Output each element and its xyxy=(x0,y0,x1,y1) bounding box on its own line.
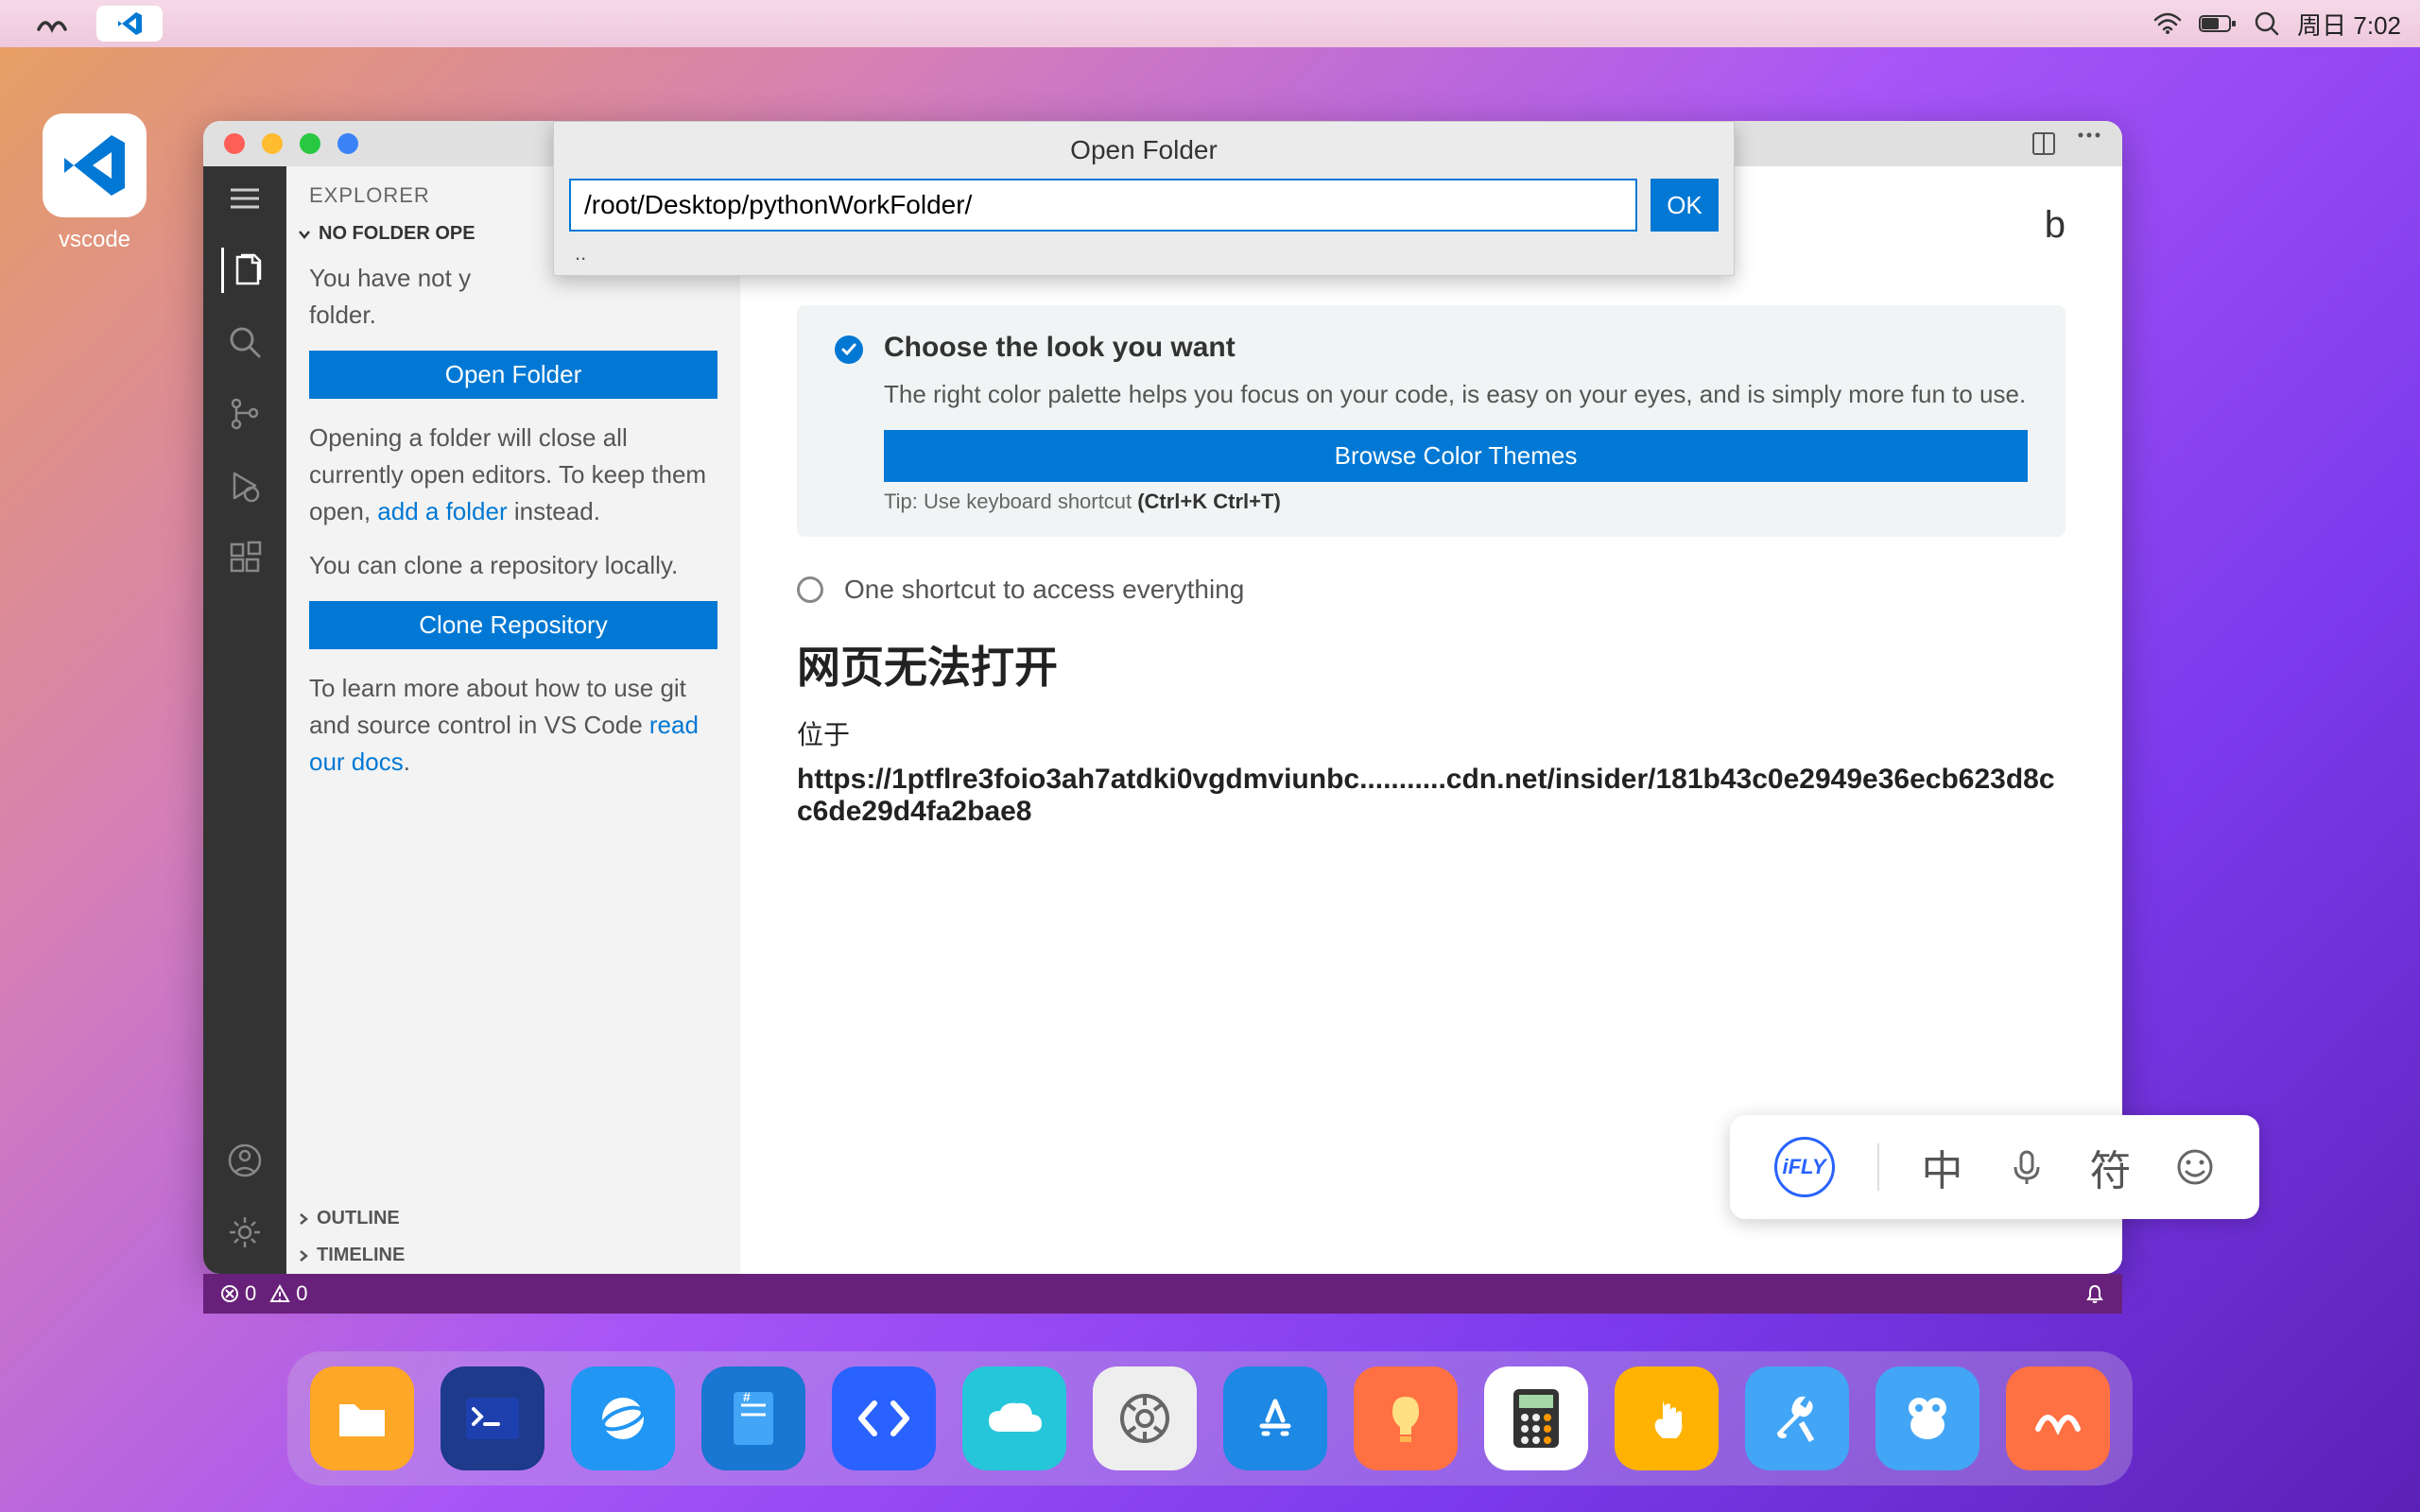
error-url: https://1ptflre3foio3ah7atdki0vgdmviunbc… xyxy=(797,764,2066,828)
dock-app-icon[interactable] xyxy=(2006,1366,2110,1470)
ime-emoji-icon[interactable] xyxy=(2174,1146,2216,1188)
extensions-icon[interactable] xyxy=(222,535,268,580)
dock-terminal-icon[interactable] xyxy=(441,1366,544,1470)
debug-icon[interactable] xyxy=(222,463,268,508)
timeline-section[interactable]: TIMELINE xyxy=(286,1237,740,1274)
desktop-shortcut-label: vscode xyxy=(38,227,151,253)
wifi-icon[interactable] xyxy=(2153,12,2182,35)
settings-gear-icon[interactable] xyxy=(222,1210,268,1255)
open-folder-button[interactable]: Open Folder xyxy=(309,351,717,399)
window-extra-button[interactable] xyxy=(337,133,358,154)
dock-code-icon[interactable] xyxy=(832,1366,936,1470)
dock-appstore-icon[interactable] xyxy=(1223,1366,1327,1470)
sidebar-explorer: EXPLORER NO FOLDER OPE You have not yfol… xyxy=(286,166,740,1274)
battery-icon[interactable] xyxy=(2199,14,2237,33)
dock-tools-icon[interactable] xyxy=(1745,1366,1849,1470)
look-title: Choose the look you want xyxy=(884,332,1236,364)
dock-files-icon[interactable] xyxy=(310,1366,414,1470)
dock-notes-icon[interactable]: # xyxy=(701,1366,805,1470)
explorer-icon[interactable] xyxy=(221,248,267,293)
dock: # xyxy=(287,1351,2133,1486)
ime-toolbar[interactable]: iFLY 中 符 xyxy=(1730,1115,2259,1219)
get-started-shortcut-item[interactable]: One shortcut to access everything xyxy=(797,575,2066,605)
clone-repository-button[interactable]: Clone Repository xyxy=(309,601,717,649)
dock-bulb-icon[interactable] xyxy=(1354,1366,1458,1470)
open-folder-dialog: Open Folder OK .. xyxy=(553,121,1735,276)
window-close-button[interactable] xyxy=(224,133,245,154)
look-tip: Tip: Use keyboard shortcut (Ctrl+K Ctrl+… xyxy=(884,490,2028,514)
vscode-icon xyxy=(43,113,147,217)
open-folder-parent-dir[interactable]: .. xyxy=(554,232,1734,266)
open-folder-info: Opening a folder will close all currentl… xyxy=(309,420,717,530)
open-folder-ok-button[interactable]: OK xyxy=(1651,179,1719,232)
ime-cn-button[interactable]: 中 xyxy=(1922,1137,1963,1197)
account-icon[interactable] xyxy=(222,1138,268,1183)
get-started-card-look: Choose the look you want The right color… xyxy=(797,305,2066,537)
ime-fu-button[interactable]: 符 xyxy=(2090,1137,2132,1197)
dock-settings-icon[interactable] xyxy=(1093,1366,1197,1470)
error-title: 网页无法打开 xyxy=(797,633,2066,696)
dock-mouse-icon[interactable] xyxy=(1876,1366,1979,1470)
source-control-icon[interactable] xyxy=(222,391,268,437)
menu-icon[interactable] xyxy=(222,176,268,221)
menubar-datetime[interactable]: 周日 7:02 xyxy=(2297,7,2401,42)
svg-text:#: # xyxy=(743,1389,751,1404)
vscode-window: EXPLORER NO FOLDER OPE You have not yfol… xyxy=(203,121,2122,1274)
add-folder-link[interactable]: add a folder xyxy=(377,497,507,525)
menubar-app-1[interactable] xyxy=(19,6,85,42)
open-folder-path-input[interactable] xyxy=(569,179,1637,232)
status-errors[interactable]: 0 xyxy=(220,1281,256,1306)
radio-empty-icon xyxy=(797,576,823,603)
search-icon[interactable] xyxy=(2254,10,2280,37)
ime-mic-icon[interactable] xyxy=(2006,1146,2048,1188)
system-menubar: 周日 7:02 xyxy=(0,0,2420,47)
browse-color-themes-button[interactable]: Browse Color Themes xyxy=(884,430,2028,482)
ime-logo-icon[interactable]: iFLY xyxy=(1774,1137,1835,1197)
search-activity-icon[interactable] xyxy=(222,319,268,365)
dock-calculator-icon[interactable] xyxy=(1484,1366,1588,1470)
ime-divider xyxy=(1877,1143,1879,1191)
layout-icon[interactable] xyxy=(2031,131,2056,156)
status-bar: 0 0 xyxy=(203,1274,2122,1314)
window-maximize-button[interactable] xyxy=(300,133,320,154)
error-prefix: 位于 xyxy=(797,714,2066,752)
dock-cloud-icon[interactable] xyxy=(962,1366,1066,1470)
open-folder-dialog-title: Open Folder xyxy=(554,122,1734,179)
more-icon[interactable] xyxy=(2077,131,2101,156)
dock-touch-icon[interactable] xyxy=(1615,1366,1719,1470)
dock-browser-icon[interactable] xyxy=(571,1366,675,1470)
status-warnings[interactable]: 0 xyxy=(269,1281,307,1306)
look-description: The right color palette helps you focus … xyxy=(884,377,2028,413)
learn-info: To learn more about how to use git and s… xyxy=(309,670,717,781)
clone-info: You can clone a repository locally. xyxy=(309,547,717,584)
window-minimize-button[interactable] xyxy=(262,133,283,154)
menubar-app-vscode[interactable] xyxy=(96,6,163,42)
desktop-shortcut-vscode[interactable]: vscode xyxy=(38,113,151,253)
editor-area: b Discover the best customizations to ma… xyxy=(740,166,2122,1274)
check-icon xyxy=(835,335,863,364)
outline-section[interactable]: OUTLINE xyxy=(286,1200,740,1237)
status-bell-icon[interactable] xyxy=(2084,1283,2105,1304)
activity-bar xyxy=(203,166,286,1274)
webpage-error-block: 网页无法打开 位于 https://1ptflre3foio3ah7atdki0… xyxy=(797,633,2066,828)
